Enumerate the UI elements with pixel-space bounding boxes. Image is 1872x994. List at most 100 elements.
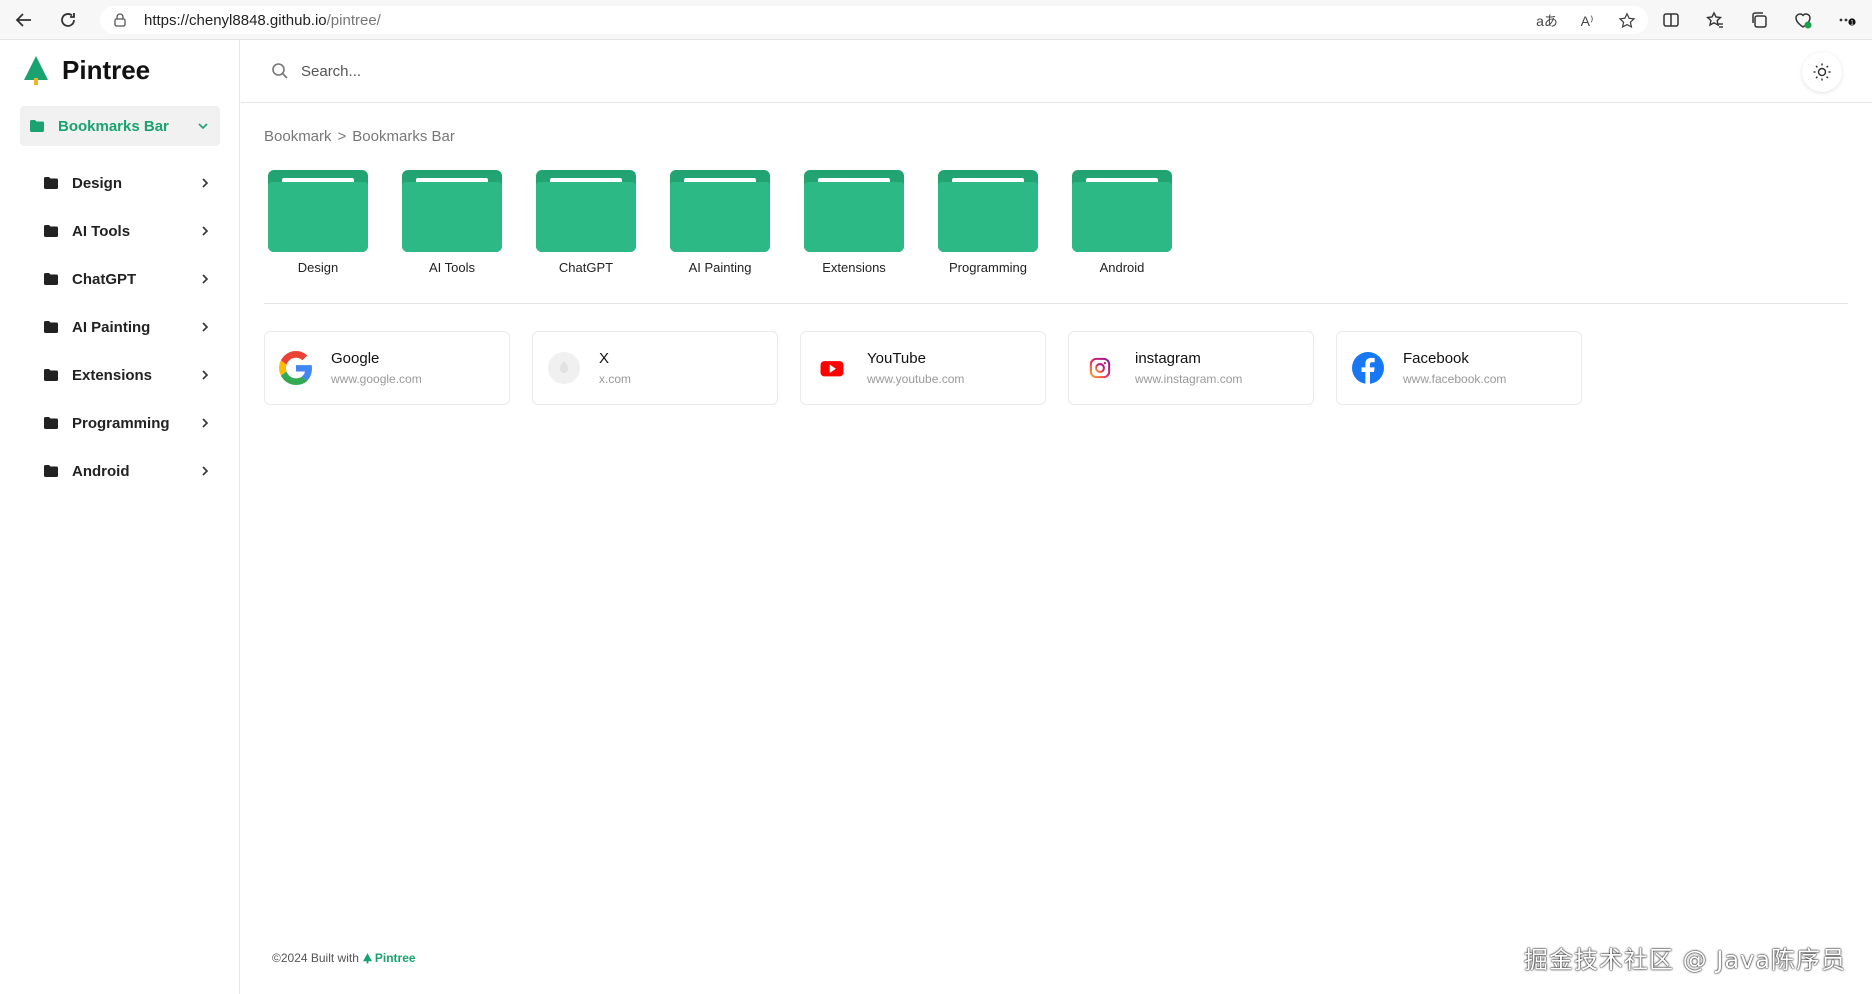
link-card-youtube[interactable]: YouTube www.youtube.com [800,331,1046,405]
back-button[interactable] [4,0,44,40]
refresh-button[interactable] [48,0,88,40]
folder-icon [44,225,58,237]
favorites-icon[interactable] [1704,9,1726,31]
sidebar-item-label: Programming [72,414,170,432]
link-grid: Google www.google.com X x.com YouTube ww… [264,331,1582,405]
chevron-right-icon [202,178,209,188]
chevron-right-icon [202,418,209,428]
folder-icon [804,170,904,252]
link-title: Facebook [1403,350,1469,367]
folder-label: Android [1099,260,1145,275]
sidebar-item-label: Android [72,462,130,480]
breadcrumb-separator: > [337,128,347,145]
sidebar-item-chatgpt[interactable]: ChatGPT [44,264,220,294]
facebook-icon [1351,351,1385,385]
sidebar-item-design[interactable]: Design [44,168,220,198]
search-input[interactable] [301,56,901,86]
breadcrumb-root[interactable]: Bookmark [264,128,332,145]
more-menu-icon[interactable]: 1 [1836,9,1858,31]
folder-tile-android[interactable]: Android [1072,170,1172,275]
chevron-down-icon [198,123,208,130]
folder-tile-ai-tools[interactable]: AI Tools [402,170,502,275]
link-card-x[interactable]: X x.com [532,331,778,405]
folder-tile-chatgpt[interactable]: ChatGPT [536,170,636,275]
breadcrumb: Bookmark > Bookmarks Bar [264,128,455,145]
folder-label: Extensions [822,260,886,275]
chevron-right-icon [202,322,209,332]
link-url: www.facebook.com [1403,372,1507,386]
folder-icon [268,170,368,252]
sidebar-item-ai-painting[interactable]: AI Painting [44,312,220,342]
logo-text: Pintree [62,54,151,85]
folder-tile-design[interactable]: Design [268,170,368,275]
sidebar-item-label: Design [72,174,123,192]
sidebar-item-extensions[interactable]: Extensions [44,360,220,390]
browser-essentials-icon[interactable] [1792,9,1814,31]
chevron-right-icon [202,370,209,380]
folder-icon [44,465,58,477]
sidebar-item-android[interactable]: Android [44,456,220,486]
instagram-icon [1083,351,1117,385]
favorite-star-icon[interactable] [1616,10,1638,32]
split-screen-icon[interactable] [1660,9,1682,31]
logo[interactable]: Pintree [22,54,150,86]
folder-tile-extensions[interactable]: Extensions [804,170,904,275]
arrow-left-icon [15,13,31,27]
x-placeholder-icon [547,351,581,385]
link-url: x.com [599,372,632,386]
folder-grid: Design AI Tools ChatGPT AI Painting Extensio… [268,170,1172,275]
folder-label: ChatGPT [558,260,614,275]
link-card-instagram[interactable]: instagram www.instagram.com [1068,331,1314,405]
sidebar-item-label: AI Tools [72,222,131,240]
link-url: www.youtube.com [867,372,965,386]
folder-label: AI Painting [688,260,752,275]
link-card-google[interactable]: Google www.google.com [264,331,510,405]
folder-label: Programming [948,260,1028,275]
watermark: 掘金技术社区 @ Java陈序员 [1524,946,1846,974]
collections-icon[interactable] [1748,9,1770,31]
translate-icon[interactable]: aあ [1536,10,1558,32]
address-bar[interactable]: https://chenyl8848.github.io/pintree/ aあ… [100,6,1648,34]
read-aloud-icon[interactable]: A⁾ [1576,10,1598,32]
url-host: https://chenyl8848.github.io [144,11,327,29]
folder-tile-ai-painting[interactable]: AI Painting [670,170,770,275]
footer-text: ©2024 Built with [272,951,359,965]
folder-icon [402,170,502,252]
main-header [241,40,1872,103]
folder-icon [44,273,58,285]
theme-toggle-button[interactable] [1802,52,1842,92]
sidebar-item-label: AI Painting [72,318,151,336]
sidebar-item-programming[interactable]: Programming [44,408,220,438]
link-title: YouTube [867,350,926,367]
folder-tile-programming[interactable]: Programming [938,170,1038,275]
sun-icon [1813,63,1831,81]
footer: ©2024 Built with Pintree [272,951,416,965]
youtube-icon [815,351,849,385]
sidebar-item-bookmarks-bar[interactable]: Bookmarks Bar [20,106,220,146]
tree-logo-icon [362,952,372,963]
google-icon [279,351,313,385]
refresh-icon [61,13,75,27]
folder-icon [670,170,770,252]
link-title: Google [331,350,380,367]
sidebar-item-ai-tools[interactable]: AI Tools [44,216,220,246]
tree-logo-icon [24,56,48,85]
url-path: /pintree/ [326,11,381,29]
chevron-right-icon [202,466,209,476]
sidebar-item-label: ChatGPT [72,270,137,288]
browser-toolbar: https://chenyl8848.github.io/pintree/ aあ… [0,0,1872,40]
link-url: www.google.com [331,372,422,386]
link-url: www.instagram.com [1135,372,1243,386]
folder-icon [938,170,1038,252]
sidebar-item-label: Bookmarks Bar [58,117,169,135]
link-card-facebook[interactable]: Facebook www.facebook.com [1336,331,1582,405]
footer-brand-link[interactable]: Pintree [362,951,416,965]
sidebar: Pintree Bookmarks Bar Design AI Tools Ch… [0,40,240,994]
folder-icon [44,417,58,429]
folder-icon [1072,170,1172,252]
sidebar-item-label: Extensions [72,366,153,384]
link-title: instagram [1135,350,1201,367]
lock-icon [114,13,126,27]
chevron-right-icon [202,274,209,284]
folder-label: AI Tools [428,260,475,275]
